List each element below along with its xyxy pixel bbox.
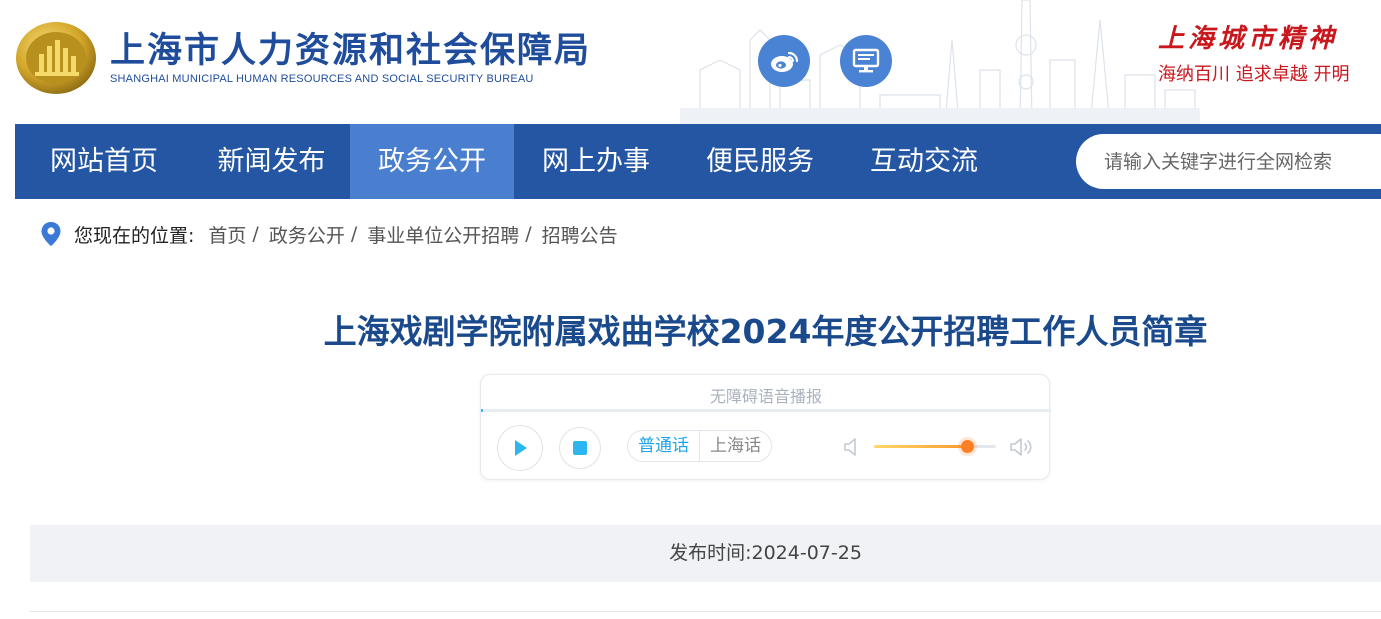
weibo-button[interactable] [758, 35, 810, 87]
publish-date: 2024-07-25 [751, 542, 862, 564]
nav-item-news[interactable]: 新闻发布 [193, 124, 350, 199]
desktop-icon [852, 48, 880, 73]
search-input[interactable] [1104, 134, 1381, 189]
weibo-icon [771, 51, 799, 72]
city-spirit-title: 上海城市精神 [1158, 24, 1339, 54]
volume-slider[interactable] [874, 440, 996, 453]
breadcrumb-separator: / [525, 223, 532, 245]
play-button[interactable] [497, 425, 543, 471]
nav-item-interaction[interactable]: 互动交流 [842, 124, 1006, 199]
main-nav: 网站首页 新闻发布 政务公开 网上办事 便民服务 互动交流 [15, 124, 1381, 199]
volume-slider-handle[interactable] [960, 440, 974, 453]
language-option-shanghainese[interactable]: 上海话 [700, 431, 771, 461]
stop-button[interactable] [559, 427, 601, 469]
location-pin-icon [41, 222, 61, 246]
player-label: 无障碍语音播报 [709, 387, 822, 406]
emblem-logo [16, 22, 96, 94]
publish-info-bar: 发布时间:2024-07-25 [30, 525, 1381, 582]
publish-label: 发布时间: [669, 542, 752, 564]
search-box [1076, 134, 1381, 189]
desktop-version-button[interactable] [840, 35, 892, 87]
breadcrumb-separator: / [350, 223, 358, 245]
breadcrumb-separator: / [252, 223, 259, 245]
nav-item-government-affairs[interactable]: 政务公开 [350, 124, 514, 199]
nav-item-home[interactable]: 网站首页 [15, 124, 193, 199]
nav-item-convenience-services[interactable]: 便民服务 [678, 124, 842, 199]
content-divider [30, 611, 1381, 612]
volume-high-icon[interactable] [1009, 435, 1035, 459]
site-title: 上海市人力资源和社会保障局 [110, 31, 592, 71]
site-header: 上海市人力资源和社会保障局 SHANGHAI MUNICIPAL HUMAN R… [0, 0, 1381, 124]
breadcrumb-public-recruitment[interactable]: 事业单位公开招聘 [367, 221, 519, 248]
volume-low-icon[interactable] [843, 436, 861, 458]
breadcrumb-government-affairs[interactable]: 政务公开 [269, 221, 345, 248]
playback-progress-fill [481, 409, 484, 412]
breadcrumb: 您现在的位置: 首页 / 政务公开 / 事业单位公开招聘 / 招聘公告 [40, 220, 618, 248]
breadcrumb-label: 您现在的位置: [74, 224, 195, 247]
language-option-mandarin[interactable]: 普通话 [628, 431, 700, 461]
site-subtitle: SHANGHAI MUNICIPAL HUMAN RESOURCES AND S… [110, 73, 534, 85]
volume-slider-fill [874, 445, 967, 448]
breadcrumb-home[interactable]: 首页 [208, 221, 246, 248]
accessibility-audio-player: 无障碍语音播报 普通话 上海话 [480, 374, 1051, 480]
city-spirit-motto: 海纳百川 追求卓越 开明 [1158, 64, 1350, 85]
play-icon [515, 440, 527, 456]
stop-icon [573, 441, 587, 455]
playback-progress-bar[interactable] [481, 409, 1051, 412]
language-switch: 普通话 上海话 [627, 430, 772, 462]
nav-item-online-services[interactable]: 网上办事 [514, 124, 678, 199]
breadcrumb-recruitment-notice[interactable]: 招聘公告 [542, 221, 618, 248]
article-title: 上海戏剧学院附属戏曲学校2024年度公开招聘工作人员简章 [323, 312, 1208, 351]
